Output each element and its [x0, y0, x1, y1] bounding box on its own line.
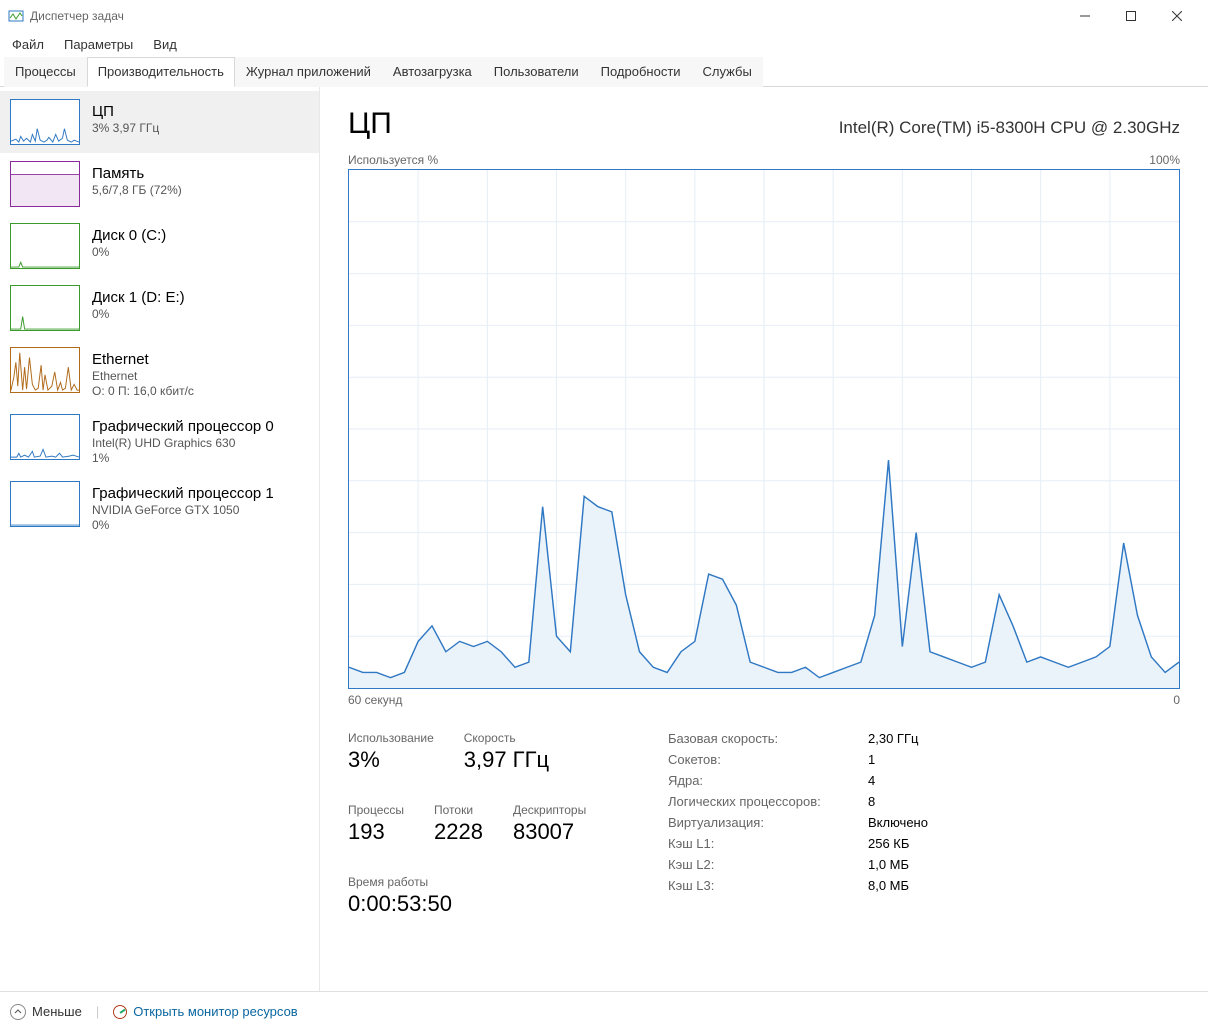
stat-threads-value: 2228 — [434, 819, 483, 845]
maximize-button[interactable] — [1108, 0, 1154, 32]
sidebar-item-sub: 0% — [92, 307, 185, 321]
sidebar-item-gpu1[interactable]: Графический процессор 1 NVIDIA GeForce G… — [0, 473, 319, 540]
spec-base-value: 2,30 ГГц — [868, 731, 928, 746]
page-title: ЦП — [348, 107, 392, 141]
spec-l3-value: 8,0 МБ — [868, 878, 928, 893]
spec-l1-value: 256 КБ — [868, 836, 928, 851]
minimize-button[interactable] — [1062, 0, 1108, 32]
spec-l2-value: 1,0 МБ — [868, 857, 928, 872]
spec-sockets-value: 1 — [868, 752, 928, 767]
cpu-thumbnail — [10, 99, 80, 145]
memory-thumbnail — [10, 161, 80, 207]
chart-x-left: 60 секунд — [348, 693, 402, 707]
spec-l3-label: Кэш L3: — [668, 878, 848, 893]
spec-sockets-label: Сокетов: — [668, 752, 848, 767]
footer: Меньше | Открыть монитор ресурсов — [0, 991, 1208, 1031]
disk0-thumbnail — [10, 223, 80, 269]
sidebar-item-label: Графический процессор 0 — [92, 418, 274, 435]
gpu1-thumbnail — [10, 481, 80, 527]
tab-app-history[interactable]: Журнал приложений — [235, 57, 382, 87]
sidebar-item-label: ЦП — [92, 103, 159, 120]
stat-uptime-value: 0:00:53:50 — [348, 891, 628, 917]
menu-bar: Файл Параметры Вид — [0, 32, 1208, 56]
tab-services[interactable]: Службы — [692, 57, 763, 87]
menu-file[interactable]: Файл — [10, 35, 46, 54]
stat-uptime-label: Время работы — [348, 875, 628, 889]
close-button[interactable] — [1154, 0, 1200, 32]
ethernet-thumbnail — [10, 347, 80, 393]
sidebar-item-sub2: 0% — [92, 518, 274, 532]
fewer-details-button[interactable]: Меньше — [10, 1004, 82, 1020]
sidebar-item-sub: NVIDIA GeForce GTX 1050 — [92, 503, 274, 517]
sidebar-item-sub2: О: 0 П: 16,0 кбит/с — [92, 384, 194, 398]
open-resmon-label: Открыть монитор ресурсов — [133, 1004, 297, 1019]
stat-usage-label: Использование — [348, 731, 434, 745]
stat-procs-label: Процессы — [348, 803, 404, 817]
tab-processes[interactable]: Процессы — [4, 57, 87, 87]
spec-virt-value: Включено — [868, 815, 928, 830]
spec-cores-value: 4 — [868, 773, 928, 788]
chevron-up-icon — [10, 1004, 26, 1020]
disk1-thumbnail — [10, 285, 80, 331]
sidebar-item-sub: 0% — [92, 245, 166, 259]
stat-speed-value: 3,97 ГГц — [464, 747, 549, 773]
performance-sidebar: ЦП 3% 3,97 ГГц Память 5,6/7,8 ГБ (72%) Д… — [0, 87, 320, 991]
app-icon — [8, 8, 24, 24]
cpu-chart[interactable] — [348, 169, 1180, 689]
spec-lprocs-label: Логических процессоров: — [668, 794, 848, 809]
chart-y-title: Используется % — [348, 153, 438, 167]
menu-view[interactable]: Вид — [151, 35, 179, 54]
stat-handles-label: Дескрипторы — [513, 803, 586, 817]
sidebar-item-sub: 5,6/7,8 ГБ (72%) — [92, 183, 182, 197]
cpu-model: Intel(R) Core(TM) i5-8300H CPU @ 2.30GHz — [839, 118, 1180, 138]
stat-usage-value: 3% — [348, 747, 434, 773]
sidebar-item-label: Память — [92, 165, 182, 182]
tab-users[interactable]: Пользователи — [483, 57, 590, 87]
spec-cores-label: Ядра: — [668, 773, 848, 788]
sidebar-item-ethernet[interactable]: Ethernet Ethernet О: 0 П: 16,0 кбит/с — [0, 339, 319, 406]
tab-strip: Процессы Производительность Журнал прило… — [0, 56, 1208, 87]
sidebar-item-label: Диск 0 (C:) — [92, 227, 166, 244]
stat-threads-label: Потоки — [434, 803, 483, 817]
sidebar-item-disk0[interactable]: Диск 0 (C:) 0% — [0, 215, 319, 277]
sidebar-item-label: Графический процессор 1 — [92, 485, 274, 502]
sidebar-item-gpu0[interactable]: Графический процессор 0 Intel(R) UHD Gra… — [0, 406, 319, 473]
sidebar-item-label: Ethernet — [92, 351, 194, 368]
stat-handles-value: 83007 — [513, 819, 586, 845]
main-panel: ЦП Intel(R) Core(TM) i5-8300H CPU @ 2.30… — [320, 87, 1208, 991]
stat-procs-value: 193 — [348, 819, 404, 845]
sidebar-item-sub2: 1% — [92, 451, 274, 465]
window-title: Диспетчер задач — [30, 9, 124, 23]
chart-y-max: 100% — [1149, 153, 1180, 167]
sidebar-item-sub: Intel(R) UHD Graphics 630 — [92, 436, 274, 450]
sidebar-item-sub: 3% 3,97 ГГц — [92, 121, 159, 135]
chart-x-right: 0 — [1173, 693, 1180, 707]
sidebar-item-sub: Ethernet — [92, 369, 194, 383]
spec-l2-label: Кэш L2: — [668, 857, 848, 872]
tab-startup[interactable]: Автозагрузка — [382, 57, 483, 87]
spec-lprocs-value: 8 — [868, 794, 928, 809]
spec-l1-label: Кэш L1: — [668, 836, 848, 851]
resmon-icon — [113, 1005, 127, 1019]
sidebar-item-cpu[interactable]: ЦП 3% 3,97 ГГц — [0, 91, 319, 153]
spec-virt-label: Виртуализация: — [668, 815, 848, 830]
sidebar-item-label: Диск 1 (D: E:) — [92, 289, 185, 306]
open-resmon-button[interactable]: Открыть монитор ресурсов — [113, 1004, 297, 1019]
tab-performance[interactable]: Производительность — [87, 57, 235, 87]
spec-base-label: Базовая скорость: — [668, 731, 848, 746]
tab-details[interactable]: Подробности — [590, 57, 692, 87]
menu-options[interactable]: Параметры — [62, 35, 135, 54]
gpu0-thumbnail — [10, 414, 80, 460]
title-bar: Диспетчер задач — [0, 0, 1208, 32]
fewer-details-label: Меньше — [32, 1004, 82, 1019]
stat-speed-label: Скорость — [464, 731, 549, 745]
sidebar-item-disk1[interactable]: Диск 1 (D: E:) 0% — [0, 277, 319, 339]
sidebar-item-memory[interactable]: Память 5,6/7,8 ГБ (72%) — [0, 153, 319, 215]
